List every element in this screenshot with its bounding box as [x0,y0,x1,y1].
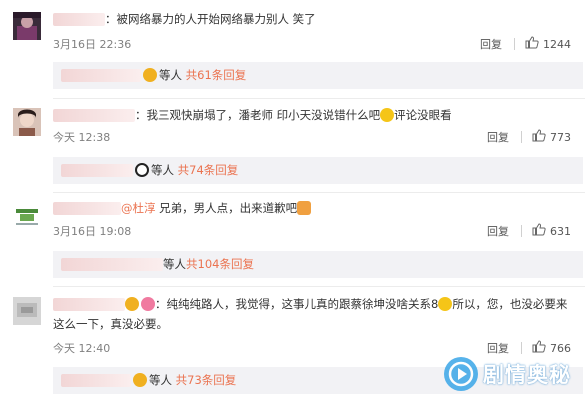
mention-link[interactable]: @杜淳 [121,201,156,215]
username-blurred [61,374,131,387]
watermark-logo-icon [444,357,478,391]
comment-text: ：被网络暴力的人开始网络暴力别人 笑了 [53,11,575,27]
thumbs-up-icon[interactable] [532,340,546,356]
divider [53,286,585,287]
comment-text: @杜淳 兄弟，男人点，出来道歉吧 [53,200,575,216]
avatar[interactable] [13,202,41,230]
panda-emoji-icon [135,163,149,177]
reply-button[interactable]: 回复 [480,36,502,52]
divider [53,98,585,99]
reply-summary[interactable]: 等人 共74条回复 [53,157,583,184]
comment-text: ：我三观快崩塌了，潘老师 印小天没说错什么吧 评论没眼看 [53,107,575,123]
crying-emoji-icon [438,297,453,311]
username-blurred[interactable] [53,13,105,26]
comment-time: 今天 12:40 [53,342,111,355]
avatar[interactable] [13,108,41,136]
reply-summary[interactable]: 等人共104条回复 [53,251,583,278]
divider [53,192,585,193]
divider [521,342,522,354]
comment-actions: 回复 766 [487,340,571,356]
username-blurred[interactable] [53,298,125,311]
comment-actions: 回复 631 [487,223,571,239]
thumbs-up-icon[interactable] [525,36,539,52]
heart-emoji-icon [141,297,155,311]
divider [521,131,522,143]
watermark-text: 剧情奥秘 [483,363,571,387]
thumbs-up-icon[interactable] [532,129,546,145]
emoji-icon [133,373,147,387]
comment-text: ：纯纯纯路人，我觉得，这事儿真的跟蔡徐坤没啥关系8 所以，您，也没必要来这么一下，… [53,297,568,331]
reply-button[interactable]: 回复 [487,223,509,239]
reply-button[interactable]: 回复 [487,340,509,356]
username-blurred [61,258,163,271]
like-count: 766 [550,341,571,355]
thumbs-up-icon[interactable] [532,223,546,239]
watermark: 剧情奥秘 [444,357,571,391]
emoji-icon [125,297,139,311]
username-blurred[interactable] [53,202,121,215]
emoji-icon [143,68,157,82]
laughing-emoji-icon [380,108,395,122]
reply-count-link[interactable]: 共74条回复 [178,163,239,177]
reply-count-link[interactable]: 共61条回复 [186,68,247,82]
reply-count-link[interactable]: 共104条回复 [186,257,254,271]
username-blurred[interactable] [53,109,135,122]
divider [514,38,515,50]
avatar[interactable] [13,12,41,40]
clap-emoji-icon [297,201,312,215]
comment-actions: 回复 773 [487,129,571,145]
like-count: 631 [550,224,571,238]
comment-time: 3月16日 22:36 [53,38,132,51]
username-blurred [61,69,141,82]
avatar[interactable] [13,297,41,325]
reply-count-link[interactable]: 共73条回复 [176,373,237,387]
like-count: 1244 [543,37,571,51]
like-count: 773 [550,130,571,144]
comment-time: 今天 12:38 [53,131,111,144]
comment-actions: 回复 1244 [480,36,571,52]
comment-time: 3月16日 19:08 [53,225,132,238]
username-blurred [61,164,133,177]
reply-button[interactable]: 回复 [487,129,509,145]
reply-summary[interactable]: 等人 共61条回复 [53,62,583,89]
divider [521,225,522,237]
